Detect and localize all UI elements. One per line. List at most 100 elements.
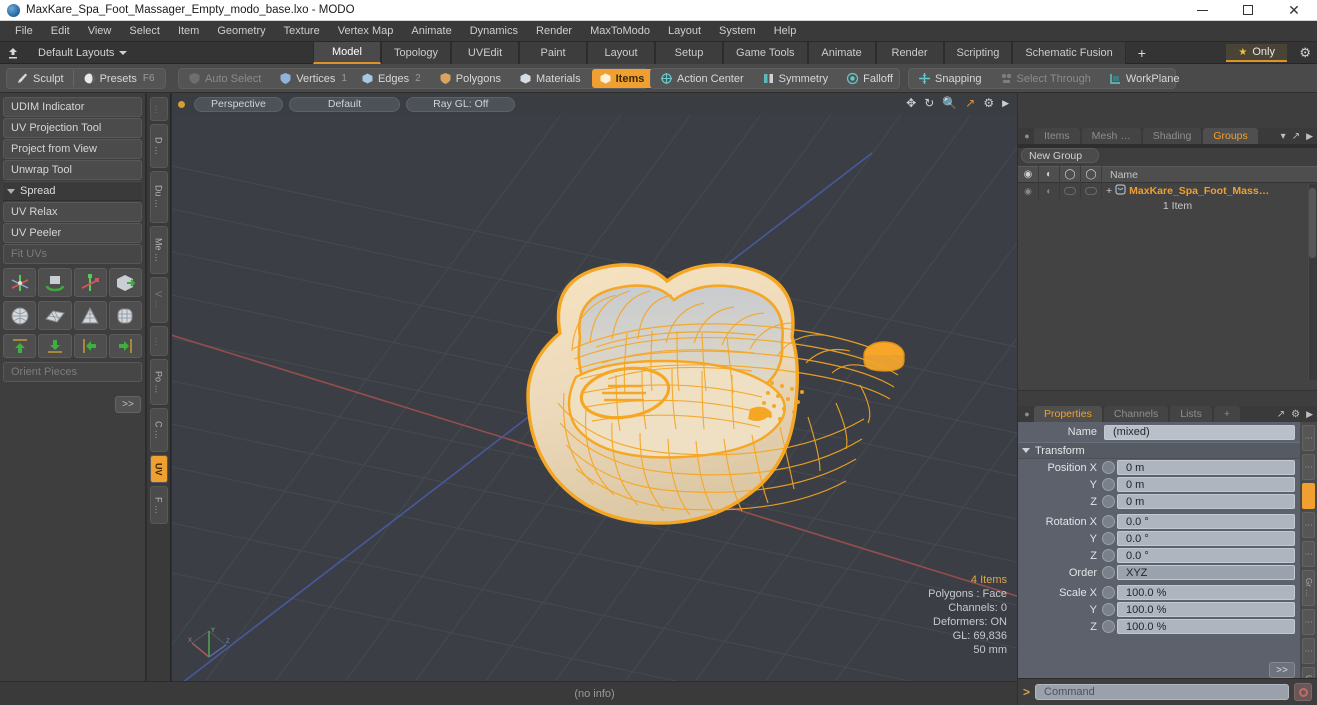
vtab-f[interactable]: F …	[149, 486, 168, 524]
layout-tab-paint[interactable]: Paint	[519, 42, 588, 64]
scale-y-input[interactable]: 100.0 %	[1117, 602, 1295, 617]
uv-peeler-button[interactable]: UV Peeler	[3, 223, 142, 243]
position-y-input[interactable]: 0 m	[1117, 477, 1295, 492]
rtab-group[interactable]: Gr …	[1302, 570, 1315, 606]
uv-cone-grid-icon[interactable]	[73, 301, 107, 330]
rtab-active[interactable]	[1302, 483, 1315, 509]
menu-file[interactable]: File	[6, 21, 42, 42]
gear-icon[interactable]: ⚙	[1299, 45, 1311, 61]
chevron-down-icon[interactable]: ▾	[1281, 131, 1286, 142]
rotation-z-input[interactable]: 0.0 °	[1117, 548, 1295, 563]
expand-plus-icon[interactable]: +	[1106, 185, 1112, 197]
uv-cylinder-grid-icon[interactable]	[108, 301, 142, 330]
viewport-view-mode-button[interactable]: Perspective	[194, 96, 283, 112]
uv-axis-scale-icon[interactable]	[73, 268, 107, 297]
uv-arrow-left-icon[interactable]	[73, 334, 107, 358]
render-icon[interactable]: ◐	[1039, 166, 1060, 183]
expand-panel-icon[interactable]: ↗	[1277, 409, 1285, 420]
add-layout-tab-button[interactable]: +	[1126, 42, 1158, 64]
position-z-channel-dot[interactable]	[1102, 495, 1115, 508]
sculpt-button[interactable]: Sculpt	[9, 69, 71, 88]
layout-tab-uvedit[interactable]: UVEdit	[451, 42, 520, 64]
order-dropdown[interactable]: XYZ	[1117, 565, 1295, 580]
viewport-raygl-button[interactable]: Ray GL: Off	[406, 96, 516, 112]
uv-cube-project-icon[interactable]	[108, 268, 142, 297]
snapping-button[interactable]: Snapping	[911, 69, 989, 88]
layout-tab-render[interactable]: Render	[875, 42, 944, 64]
uv-rotate-icon[interactable]	[38, 268, 72, 297]
new-group-button[interactable]: New Group	[1021, 148, 1099, 163]
expand-panel-icon[interactable]: ↗	[1292, 131, 1300, 142]
vtab-uv[interactable]: UV	[149, 455, 168, 483]
vtab-polygon[interactable]: Po …	[149, 359, 168, 405]
position-z-input[interactable]: 0 m	[1117, 494, 1295, 509]
tab-add[interactable]: +	[1213, 406, 1240, 422]
tab-groups[interactable]: Groups	[1203, 128, 1258, 144]
presets-button[interactable]: Presets F6	[76, 69, 162, 88]
menu-select[interactable]: Select	[120, 21, 169, 42]
rotation-x-channel-dot[interactable]	[1102, 515, 1115, 528]
rotation-y-input[interactable]: 0.0 °	[1117, 531, 1295, 546]
table-row[interactable]: ◉ ◐ + MaxKare_Spa_Foot_Mass…	[1018, 183, 1317, 199]
select-through-button[interactable]: Select Through	[993, 69, 1098, 88]
layout-tab-model[interactable]: Model	[313, 42, 381, 64]
scale-y-channel-dot[interactable]	[1102, 603, 1115, 616]
fit-uvs-button[interactable]: Fit UVs	[3, 244, 142, 264]
groups-tree-body[interactable]	[1018, 213, 1317, 391]
position-x-input[interactable]: 0 m	[1117, 460, 1295, 475]
menu-geometry[interactable]: Geometry	[208, 21, 274, 42]
rotation-x-input[interactable]: 0.0 °	[1117, 514, 1295, 529]
project-from-view-button[interactable]: Project from View	[3, 139, 142, 159]
fit-icon[interactable]: ↗	[965, 96, 975, 110]
uv-arrow-down-icon[interactable]	[38, 334, 72, 358]
scale-z-channel-dot[interactable]	[1102, 620, 1115, 633]
layout-tab-game-tools[interactable]: Game Tools	[723, 42, 808, 64]
3d-viewport[interactable]: Perspective Default Ray GL: Off ✥ ↻ 🔍 ↗ …	[172, 93, 1017, 681]
name-input[interactable]: (mixed)	[1104, 424, 1295, 440]
tab-channels[interactable]: Channels	[1103, 406, 1169, 422]
left-panel-more-button[interactable]: >>	[115, 396, 141, 413]
tab-mesh[interactable]: Mesh …	[1081, 128, 1141, 144]
menu-texture[interactable]: Texture	[275, 21, 329, 42]
orient-pieces-button[interactable]: Orient Pieces	[3, 362, 142, 382]
tab-properties[interactable]: Properties	[1034, 406, 1102, 422]
axis-gizmo-xyz[interactable]: Y X Z	[186, 623, 232, 663]
menu-maxtomodo[interactable]: MaxToModo	[581, 21, 659, 42]
zoom-icon[interactable]: 🔍	[942, 96, 957, 110]
uv-axis-move-icon[interactable]	[3, 268, 37, 297]
auto-select-button[interactable]: Auto Select	[181, 69, 268, 88]
uv-arrow-right-icon[interactable]	[108, 334, 142, 358]
row-render-toggle[interactable]: ◐	[1039, 183, 1060, 199]
menu-layout[interactable]: Layout	[659, 21, 710, 42]
row-eye-toggle[interactable]: ◉	[1018, 183, 1039, 199]
rotate-icon[interactable]: ↻	[924, 96, 934, 110]
uv-projection-tool-button[interactable]: UV Projection Tool	[3, 118, 142, 138]
rtab-3[interactable]: ⋮	[1302, 512, 1315, 538]
menu-dynamics[interactable]: Dynamics	[461, 21, 527, 42]
uv-sphere-grid-icon[interactable]	[3, 301, 37, 330]
row-wire-toggle[interactable]	[1081, 183, 1102, 199]
command-input[interactable]: Command	[1035, 684, 1289, 700]
menu-render[interactable]: Render	[527, 21, 581, 42]
rtab-6[interactable]: ⋮	[1302, 609, 1315, 635]
scale-x-input[interactable]: 100.0 %	[1117, 585, 1295, 600]
rotation-z-channel-dot[interactable]	[1102, 549, 1115, 562]
layout-selector[interactable]: Default Layouts	[30, 47, 135, 59]
layout-tab-setup[interactable]: Setup	[655, 42, 724, 64]
layout-tab-topology[interactable]: Topology	[381, 42, 452, 64]
menu-system[interactable]: System	[710, 21, 765, 42]
edges-mode-button[interactable]: Edges 2	[354, 69, 428, 88]
uv-arrow-up-icon[interactable]	[3, 334, 37, 358]
layout-tab-scripting[interactable]: Scripting	[943, 42, 1013, 64]
vtab-0[interactable]: …	[149, 97, 168, 121]
vertices-mode-button[interactable]: Vertices 1	[272, 69, 354, 88]
menu-help[interactable]: Help	[765, 21, 806, 42]
row-lock-toggle[interactable]	[1060, 183, 1081, 199]
vtab-mesh[interactable]: Me …	[149, 226, 168, 274]
panel-menu-arrow-icon[interactable]: ▶	[1306, 131, 1313, 142]
symmetry-button[interactable]: Symmetry	[755, 69, 836, 88]
action-center-button[interactable]: Action Center	[653, 69, 751, 88]
menu-animate[interactable]: Animate	[402, 21, 460, 42]
order-channel-dot[interactable]	[1102, 566, 1115, 579]
tab-items[interactable]: Items	[1034, 128, 1080, 144]
